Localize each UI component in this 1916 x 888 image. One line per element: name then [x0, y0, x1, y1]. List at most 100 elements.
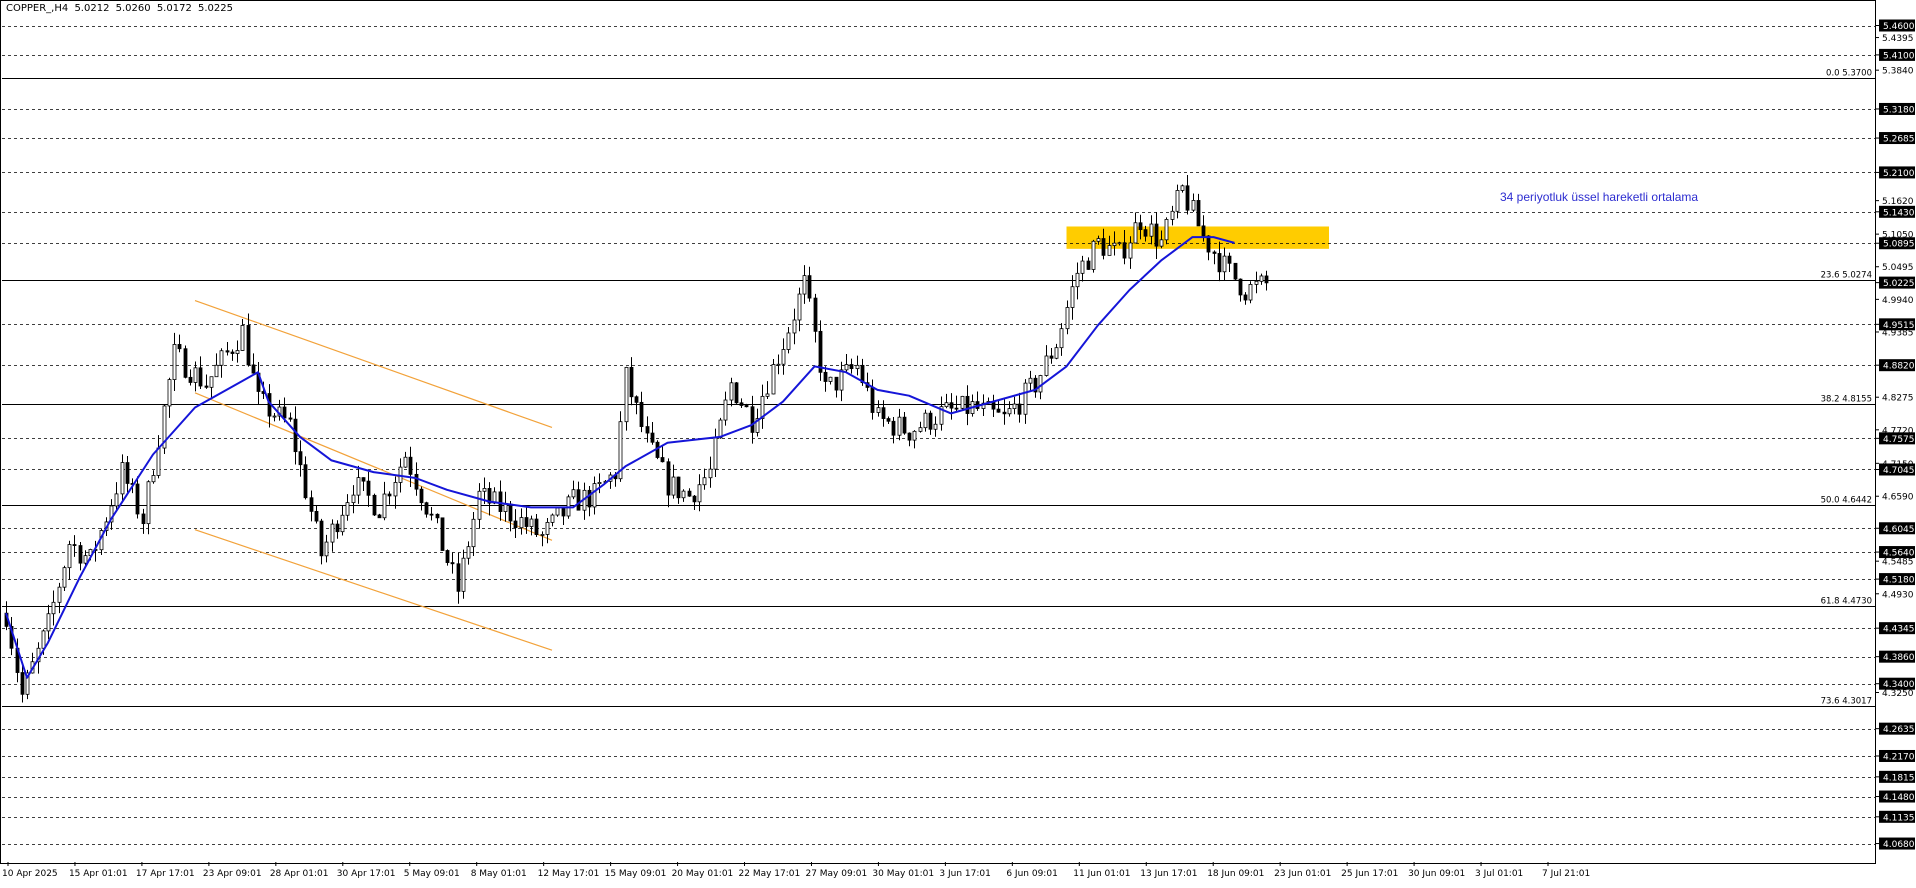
candle-body[interactable] — [314, 510, 319, 522]
candle-body[interactable] — [697, 484, 702, 503]
candle-body[interactable] — [445, 550, 450, 563]
candle-body[interactable] — [114, 493, 119, 507]
candle-body[interactable] — [403, 456, 408, 468]
candle-body[interactable] — [933, 423, 938, 430]
candle-body[interactable] — [519, 517, 524, 529]
candle-body[interactable] — [240, 325, 245, 351]
candle-body[interactable] — [902, 416, 907, 434]
candle-body[interactable] — [456, 563, 461, 592]
candle-body[interactable] — [1023, 382, 1028, 415]
candle-body[interactable] — [1028, 377, 1033, 384]
candle-body[interactable] — [713, 437, 718, 470]
candle-body[interactable] — [634, 396, 639, 403]
candle-body[interactable] — [870, 387, 875, 413]
candle-body[interactable] — [466, 546, 471, 559]
candle-body[interactable] — [303, 464, 308, 499]
candle-body[interactable] — [335, 523, 340, 533]
candle-body[interactable] — [183, 348, 188, 378]
candle-body[interactable] — [1138, 222, 1143, 231]
candle-body[interactable] — [765, 393, 770, 397]
candle-body[interactable] — [876, 407, 881, 413]
candle-body[interactable] — [555, 507, 560, 516]
candle-body[interactable] — [78, 545, 83, 564]
candle-body[interactable] — [1133, 222, 1138, 244]
candle-body[interactable] — [1117, 242, 1122, 245]
candle-body[interactable] — [1002, 411, 1007, 415]
candle-body[interactable] — [214, 364, 219, 378]
candle-body[interactable] — [503, 503, 508, 512]
candle-body[interactable] — [198, 367, 203, 387]
candle-body[interactable] — [676, 476, 681, 499]
channel-line[interactable] — [194, 392, 553, 541]
candle-body[interactable] — [687, 490, 692, 497]
candle-body[interactable] — [734, 382, 739, 404]
candle-body[interactable] — [125, 462, 130, 484]
candle-body[interactable] — [1054, 347, 1059, 359]
candle-body[interactable] — [1070, 286, 1075, 308]
candle-body[interactable] — [1128, 242, 1133, 259]
candle-body[interactable] — [1007, 408, 1012, 415]
candle-body[interactable] — [382, 493, 387, 519]
candle-body[interactable] — [818, 330, 823, 373]
channel-line[interactable] — [194, 529, 553, 651]
candle-body[interactable] — [1044, 355, 1049, 376]
candle-body[interactable] — [897, 416, 902, 436]
candle-body[interactable] — [1059, 328, 1064, 349]
candle-body[interactable] — [855, 364, 860, 370]
candle-body[interactable] — [1217, 253, 1222, 273]
candle-body[interactable] — [366, 480, 371, 496]
candle-body[interactable] — [1065, 307, 1070, 330]
candle-body[interactable] — [414, 473, 419, 490]
candle-body[interactable] — [309, 497, 314, 512]
candle-body[interactable] — [1086, 260, 1091, 270]
candle-body[interactable] — [718, 419, 723, 439]
candle-body[interactable] — [351, 494, 356, 504]
candle-body[interactable] — [293, 418, 298, 453]
candle-body[interactable] — [1154, 223, 1159, 247]
candle-body[interactable] — [46, 613, 51, 632]
candle-body[interactable] — [708, 468, 713, 479]
candle-body[interactable] — [230, 351, 235, 354]
candle-body[interactable] — [702, 477, 707, 486]
candle-body[interactable] — [839, 369, 844, 391]
candle-body[interactable] — [849, 364, 854, 370]
candle-body[interactable] — [1170, 210, 1175, 220]
candle-body[interactable] — [739, 402, 744, 406]
candle-body[interactable] — [1175, 190, 1180, 212]
candle-body[interactable] — [146, 481, 151, 525]
candle-body[interactable] — [1075, 272, 1080, 288]
candle-body[interactable] — [120, 462, 125, 495]
candle-body[interactable] — [298, 451, 303, 466]
candle-body[interactable] — [844, 364, 849, 371]
candle-body[interactable] — [1107, 245, 1112, 256]
candle-body[interactable] — [918, 427, 923, 432]
candle-body[interactable] — [891, 420, 896, 436]
candle-body[interactable] — [235, 350, 240, 354]
candle-body[interactable] — [1264, 275, 1269, 284]
candle-body[interactable] — [408, 456, 413, 475]
candle-body[interactable] — [419, 488, 424, 504]
candle-body[interactable] — [776, 363, 781, 366]
candle-body[interactable] — [51, 601, 56, 615]
candle-body[interactable] — [345, 502, 350, 516]
candle-body[interactable] — [62, 567, 67, 588]
candle-body[interactable] — [1185, 185, 1190, 211]
candle-body[interactable] — [792, 319, 797, 334]
candle-body[interactable] — [823, 371, 828, 382]
candle-body[interactable] — [330, 523, 335, 543]
candle-body[interactable] — [508, 503, 513, 522]
candle-body[interactable] — [1017, 403, 1022, 415]
candle-body[interactable] — [324, 541, 329, 557]
candle-body[interactable] — [340, 514, 345, 533]
candle-body[interactable] — [928, 412, 933, 430]
candle-body[interactable] — [225, 350, 230, 353]
candle-body[interactable] — [513, 520, 518, 529]
candle-body[interactable] — [435, 513, 440, 519]
candle-body[interactable] — [67, 544, 72, 569]
candle-body[interactable] — [786, 332, 791, 350]
candle-body[interactable] — [597, 482, 602, 485]
candle-body[interactable] — [807, 275, 812, 299]
candle-body[interactable] — [629, 366, 634, 398]
candle-body[interactable] — [571, 489, 576, 498]
candle-body[interactable] — [723, 399, 728, 421]
